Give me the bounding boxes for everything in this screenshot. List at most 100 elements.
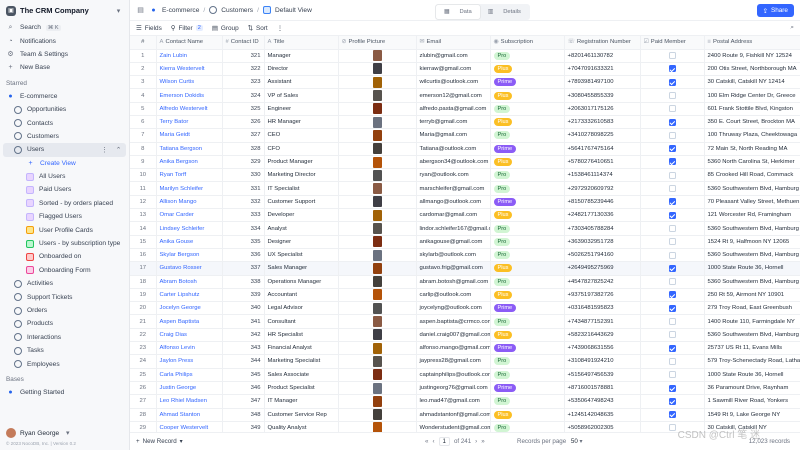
postal-address-cell[interactable]: 1000 State Route 36, Hornell — [704, 368, 800, 382]
more-options-icon[interactable]: ⋮ — [100, 145, 109, 154]
contact-id-cell[interactable]: 323 — [222, 75, 265, 90]
column-header-postal-address[interactable]: ≡ Postal Address — [704, 36, 800, 50]
search-icon[interactable]: ⌕ — [790, 24, 794, 32]
paid-member-cell[interactable] — [640, 115, 705, 130]
table-row[interactable]: 5 Alfredo Westervelt 325 Engineer alfredo.pa… — [130, 102, 800, 116]
paid-member-cell[interactable] — [640, 49, 705, 63]
paid-member-cell[interactable] — [640, 248, 705, 263]
registration-number-cell[interactable]: +7439068631556 — [564, 341, 641, 356]
registration-number-cell[interactable]: +8201461130782 — [564, 49, 641, 63]
paid-member-checkbox[interactable] — [668, 52, 676, 60]
contact-id-cell[interactable]: 349 — [222, 421, 265, 432]
profile-picture-cell[interactable] — [338, 248, 417, 263]
column-header-subscription[interactable]: ◉ Subscription — [490, 36, 565, 50]
create-view-button[interactable]: + Create View — [0, 157, 129, 170]
registration-number-cell[interactable]: +4547827825242 — [564, 275, 641, 289]
registration-number-cell[interactable]: +2173332610583 — [564, 115, 641, 130]
registration-number-cell[interactable]: +3080455855339 — [564, 88, 641, 103]
postal-address-cell[interactable]: 5360 Southwestern Blvd, Hamburg — [704, 181, 800, 196]
table-row[interactable]: 21 Aspen Baptista 341 Consultant aspen.bapti… — [130, 314, 800, 329]
profile-photo-thumbnail[interactable] — [372, 129, 382, 141]
contact-id-cell[interactable]: 342 — [222, 328, 265, 343]
table-row[interactable]: 19 Carter Lipshutz 339 Accountant carlip@out… — [130, 288, 800, 303]
sidebar-view-paid-users[interactable]: Paid Users — [0, 183, 129, 196]
email-cell[interactable]: aspen.baptista@crmco.com — [416, 314, 491, 329]
email-cell[interactable]: marschleifer@gmail.com — [416, 181, 491, 196]
profile-picture-cell[interactable] — [338, 354, 417, 369]
profile-picture-cell[interactable] — [338, 381, 417, 396]
subscription-cell[interactable]: Plus — [490, 261, 565, 276]
profile-picture-cell[interactable] — [338, 235, 417, 249]
profile-photo-thumbnail[interactable] — [372, 276, 382, 288]
table-row[interactable]: 28 Ahmad Stanton 348 Customer Service Rep ah… — [130, 408, 800, 422]
email-cell[interactable]: wilcurtis@outlook.com — [416, 75, 491, 90]
contact-name-cell[interactable]: Omar Carder — [156, 208, 223, 223]
contact-id-cell[interactable]: 344 — [222, 354, 265, 369]
sidebar-notifications[interactable]: ◔ Notifications — [0, 34, 129, 47]
subscription-cell[interactable]: Prime — [490, 341, 565, 356]
contact-name-cell[interactable]: Zain Lubin — [156, 49, 223, 63]
column-header-email[interactable]: ✉ Email — [416, 36, 491, 50]
paid-member-checkbox[interactable] — [668, 198, 676, 206]
subscription-cell[interactable]: Prime — [490, 381, 565, 396]
profile-picture-cell[interactable] — [338, 368, 417, 382]
profile-photo-thumbnail[interactable] — [372, 355, 382, 367]
subscription-cell[interactable]: Pro — [490, 248, 565, 263]
paid-member-checkbox[interactable] — [668, 397, 676, 405]
email-cell[interactable]: carlip@outlook.com — [416, 288, 491, 303]
paid-member-checkbox[interactable] — [668, 145, 676, 153]
contact-name-cell[interactable]: Gustavo Rosser — [156, 261, 223, 276]
table-row[interactable]: 22 Craig Dias 342 HR Specialist daniel.craig… — [130, 328, 800, 343]
email-cell[interactable]: Tatiana@outlook.com — [416, 142, 491, 156]
contact-id-cell[interactable]: 321 — [222, 49, 265, 63]
contact-id-cell[interactable]: 334 — [222, 221, 265, 236]
first-page-icon[interactable]: « — [425, 438, 428, 445]
paid-member-cell[interactable] — [640, 275, 705, 289]
title-cell[interactable]: Product Specialist — [264, 381, 339, 396]
postal-address-cell[interactable]: 1000 State Route 36, Hornell — [704, 261, 800, 276]
title-cell[interactable]: Quality Analyst — [264, 421, 339, 432]
title-cell[interactable]: Marketing Director — [264, 168, 339, 183]
registration-number-cell[interactable]: +2063017175126 — [564, 102, 641, 116]
paid-member-checkbox[interactable] — [668, 344, 676, 352]
table-row[interactable]: 26 Justin George 346 Product Specialist just… — [130, 381, 800, 396]
postal-address-cell[interactable]: 279 Troy Road, East Greenbush — [704, 301, 800, 316]
profile-photo-thumbnail[interactable] — [372, 183, 382, 195]
registration-number-cell[interactable]: +9375197382726 — [564, 288, 641, 303]
postal-address-cell[interactable]: 100 Thruway Plaza, Cheektowaga — [704, 128, 800, 143]
paid-member-checkbox[interactable] — [668, 78, 676, 86]
table-row[interactable]: 14 Lindsey Schleifer 334 Analyst lindor.schl… — [130, 221, 800, 236]
sidebar-view-flagged[interactable]: Flagged Users — [0, 210, 129, 223]
postal-address-cell[interactable]: 25737 US Rt 11, Evans Mills — [704, 341, 800, 356]
table-row[interactable]: 24 Jaylon Press 344 Marketing Specialist jay… — [130, 354, 800, 369]
contact-name-cell[interactable]: Terry Bator — [156, 115, 223, 130]
profile-picture-cell[interactable] — [338, 314, 417, 329]
sidebar-table-employees[interactable]: Employees — [0, 357, 129, 370]
paid-member-checkbox[interactable] — [668, 371, 676, 379]
postal-address-cell[interactable]: 72 Main St, North Reading MA — [704, 142, 800, 156]
paid-member-cell[interactable] — [640, 221, 705, 236]
contact-name-cell[interactable]: Craig Dias — [156, 328, 223, 343]
email-cell[interactable]: abergson34@outlook.com — [416, 155, 491, 170]
registration-number-cell[interactable]: +5350647498243 — [564, 394, 641, 409]
contact-name-cell[interactable]: Abram Botosh — [156, 275, 223, 289]
contact-id-cell[interactable]: 341 — [222, 314, 265, 329]
contact-id-cell[interactable]: 335 — [222, 235, 265, 249]
profile-photo-thumbnail[interactable] — [372, 289, 382, 301]
postal-address-cell[interactable]: 5360 North Carolina St, Herkimer — [704, 155, 800, 170]
contact-id-cell[interactable]: 338 — [222, 275, 265, 289]
paid-member-checkbox[interactable] — [668, 304, 676, 312]
paid-member-checkbox[interactable] — [668, 238, 676, 246]
profile-photo-thumbnail[interactable] — [372, 103, 382, 115]
contact-id-cell[interactable]: 340 — [222, 301, 265, 316]
profile-picture-cell[interactable] — [338, 128, 417, 143]
sidebar-table-activities[interactable]: Activities — [0, 277, 129, 290]
paid-member-cell[interactable] — [640, 181, 705, 196]
title-cell[interactable]: Director — [264, 62, 339, 77]
paid-member-checkbox[interactable] — [668, 224, 676, 232]
subscription-cell[interactable]: Pro — [490, 102, 565, 116]
profile-picture-cell[interactable] — [338, 102, 417, 116]
paid-member-cell[interactable] — [640, 88, 705, 103]
subscription-cell[interactable]: Plus — [490, 208, 565, 223]
contact-name-cell[interactable]: Tatiana Bergson — [156, 142, 223, 156]
